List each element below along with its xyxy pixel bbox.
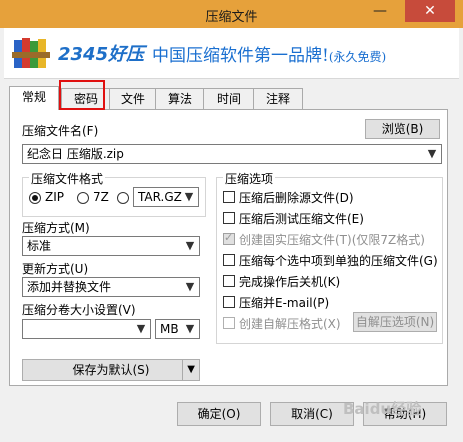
option-sfx-label: 创建自解压格式(X) — [239, 317, 341, 331]
sfx-options-button: 自解压选项(N) — [353, 312, 437, 332]
brand-name: 2345好压 — [58, 44, 145, 65]
filename-label: 压缩文件名(F) — [22, 124, 99, 138]
format-group: 压缩文件格式 ZIP 7Z TAR.GZ ▼ — [22, 170, 206, 217]
ok-button[interactable]: 确定(O) — [177, 402, 261, 426]
option-separate-archives-label[interactable]: 压缩每个选中项到单独的压缩文件(G) — [239, 252, 438, 269]
options-group-title: 压缩选项 — [223, 170, 276, 187]
browse-button[interactable]: 浏览(B) — [365, 119, 440, 139]
split-unit-select[interactable]: MB ▼ — [155, 319, 200, 339]
option-sfx-checkbox — [223, 317, 235, 329]
chevron-down-icon[interactable]: ▼ — [425, 145, 439, 163]
format-targz-select[interactable]: TAR.GZ ▼ — [133, 187, 199, 207]
tab-comment[interactable]: 注释 — [253, 88, 303, 109]
chevron-down-icon[interactable]: ▼ — [182, 188, 196, 206]
slogan-subtext: (永久免费) — [328, 50, 387, 64]
option-email-checkbox[interactable] — [223, 296, 235, 308]
chevron-down-icon[interactable]: ▼ — [134, 320, 148, 338]
brand-slogan: 中国压缩软件第一品牌!(永久免费) — [152, 41, 386, 66]
tab-general[interactable]: 常规 — [9, 86, 59, 110]
option-shutdown-checkbox[interactable] — [223, 275, 235, 287]
method-select[interactable]: 标准 ▼ — [22, 236, 200, 256]
minimize-button[interactable]: — — [365, 0, 395, 22]
compress-dialog: 压缩文件 — ✕ 2345好压 中国压缩软件第一品牌!(永久免费) 常规 密码 … — [0, 0, 463, 442]
password-tab-highlight — [59, 80, 105, 110]
method-value: 标准 — [27, 239, 52, 253]
format-7z-radio[interactable] — [77, 192, 89, 204]
chevron-down-icon[interactable]: ▼ — [183, 278, 197, 296]
format-zip-radio[interactable] — [29, 192, 41, 204]
format-7z-label[interactable]: 7Z — [93, 190, 109, 204]
save-default-button[interactable]: 保存为默认(S) ▼ — [22, 359, 200, 381]
option-solid-archive-label: 创建固实压缩文件(T)(仅限7Z格式) — [239, 233, 425, 247]
option-test-archive-label[interactable]: 压缩后测试压缩文件(E) — [239, 210, 364, 227]
filename-field[interactable]: 纪念日 压缩版.zip ▼ — [22, 144, 442, 164]
chevron-down-icon[interactable]: ▼ — [183, 237, 197, 255]
option-solid-archive-checkbox — [223, 231, 235, 245]
filename-value: 纪念日 压缩版.zip — [27, 147, 124, 161]
update-value: 添加并替换文件 — [27, 280, 112, 294]
format-zip-label[interactable]: ZIP — [45, 190, 64, 204]
option-delete-source-label[interactable]: 压缩后删除源文件(D) — [239, 189, 354, 206]
books-archive-icon — [12, 34, 52, 72]
option-delete-source-checkbox[interactable] — [223, 191, 235, 203]
tab-time[interactable]: 时间 — [203, 88, 255, 109]
option-test-archive-checkbox[interactable] — [223, 212, 235, 224]
dropdown-arrow-icon[interactable]: ▼ — [182, 360, 195, 380]
option-shutdown-label[interactable]: 完成操作后关机(K) — [239, 273, 340, 290]
close-button[interactable]: ✕ — [405, 0, 455, 22]
update-label: 更新方式(U) — [22, 262, 89, 276]
save-default-label: 保存为默认(S) — [72, 363, 150, 377]
tab-files[interactable]: 文件 — [109, 88, 157, 109]
title-bar[interactable]: 压缩文件 — ✕ — [0, 0, 463, 28]
format-targz-radio[interactable] — [117, 192, 129, 204]
split-label: 压缩分卷大小设置(V) — [22, 303, 136, 317]
format-group-title: 压缩文件格式 — [29, 170, 106, 187]
split-unit-value: MB — [160, 322, 179, 336]
tab-algorithm[interactable]: 算法 — [155, 88, 205, 109]
chevron-down-icon[interactable]: ▼ — [183, 320, 197, 338]
split-size-input[interactable]: ▼ — [22, 319, 151, 339]
general-panel: 压缩文件名(F) 浏览(B) 纪念日 压缩版.zip ▼ 压缩文件格式 ZIP … — [9, 109, 448, 386]
brand-banner: 2345好压 中国压缩软件第一品牌!(永久免费) — [4, 28, 459, 79]
slogan-text: 中国压缩软件第一品牌! — [152, 46, 329, 66]
options-group: 压缩选项 压缩后删除源文件(D) 压缩后测试压缩文件(E) 创建固实压缩文件(T… — [216, 170, 443, 344]
format-targz-value: TAR.GZ — [138, 190, 182, 204]
watermark: Baidu经验 — [343, 400, 422, 418]
method-label: 压缩方式(M) — [22, 221, 90, 235]
option-email-label[interactable]: 压缩并E-mail(P) — [239, 294, 329, 311]
update-select[interactable]: 添加并替换文件 ▼ — [22, 277, 200, 297]
cancel-button[interactable]: 取消(C) — [270, 402, 354, 426]
option-separate-archives-checkbox[interactable] — [223, 254, 235, 266]
